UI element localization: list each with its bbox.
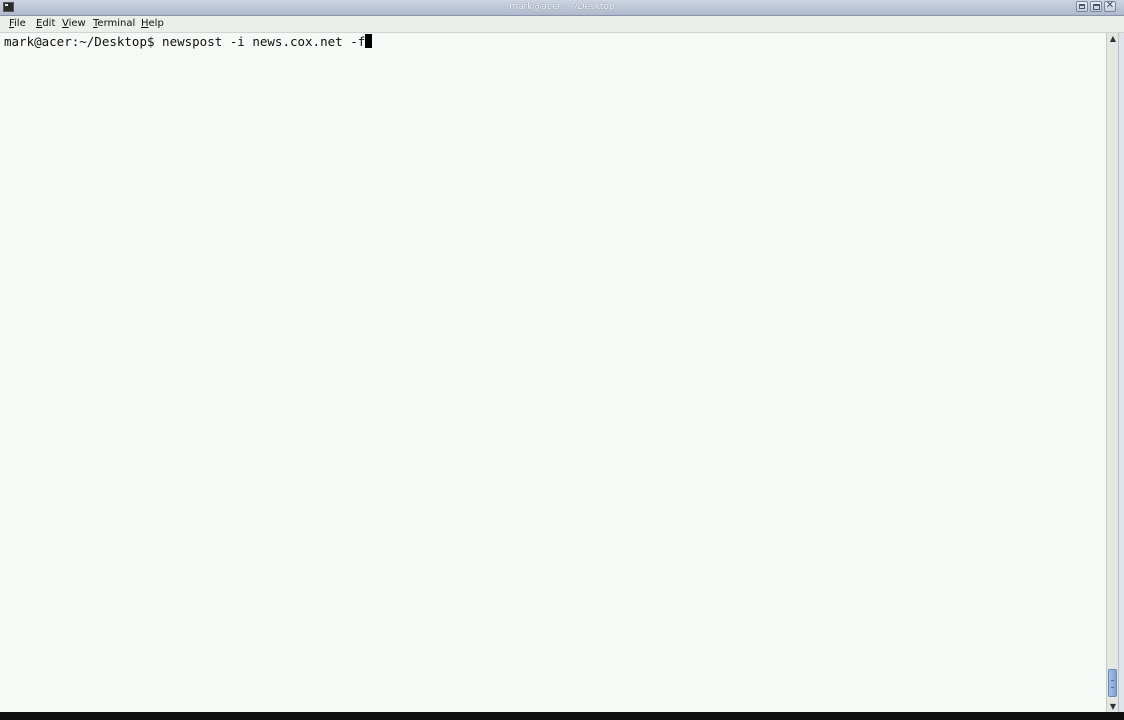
shell-prompt: mark@acer:~/Desktop$ xyxy=(4,34,163,49)
desktop-edge xyxy=(0,712,1124,720)
vertical-scrollbar[interactable]: ▲ ▼ xyxy=(1106,33,1118,712)
command-line[interactable]: mark@acer:~/Desktop$ newspost -i news.co… xyxy=(4,34,373,49)
window-border xyxy=(1118,33,1124,712)
close-icon[interactable]: ✕ xyxy=(1104,0,1116,12)
window-title: mark@acer: ~/Desktop xyxy=(509,2,615,12)
menu-edit[interactable]: Edit xyxy=(36,17,55,31)
minimize-icon[interactable] xyxy=(1076,1,1088,12)
terminal-output[interactable]: mark@acer:~/Desktop$ newspost -i news.co… xyxy=(0,33,1106,712)
text-cursor xyxy=(365,34,373,48)
typed-command: newspost -i news.cox.net -f xyxy=(162,34,366,49)
menu-view[interactable]: View xyxy=(62,17,86,31)
terminal-window: mark@acer: ~/Desktop ✕ File Edit View Te… xyxy=(0,0,1124,712)
title-bar[interactable]: mark@acer: ~/Desktop ✕ xyxy=(0,0,1124,16)
scrollbar-thumb[interactable] xyxy=(1108,669,1117,697)
menu-help[interactable]: Help xyxy=(141,17,164,31)
menu-file[interactable]: File xyxy=(9,17,26,31)
menu-terminal[interactable]: Terminal xyxy=(93,17,135,31)
maximize-icon[interactable] xyxy=(1090,1,1102,12)
menu-bar: File Edit View Terminal Help xyxy=(0,16,1124,33)
